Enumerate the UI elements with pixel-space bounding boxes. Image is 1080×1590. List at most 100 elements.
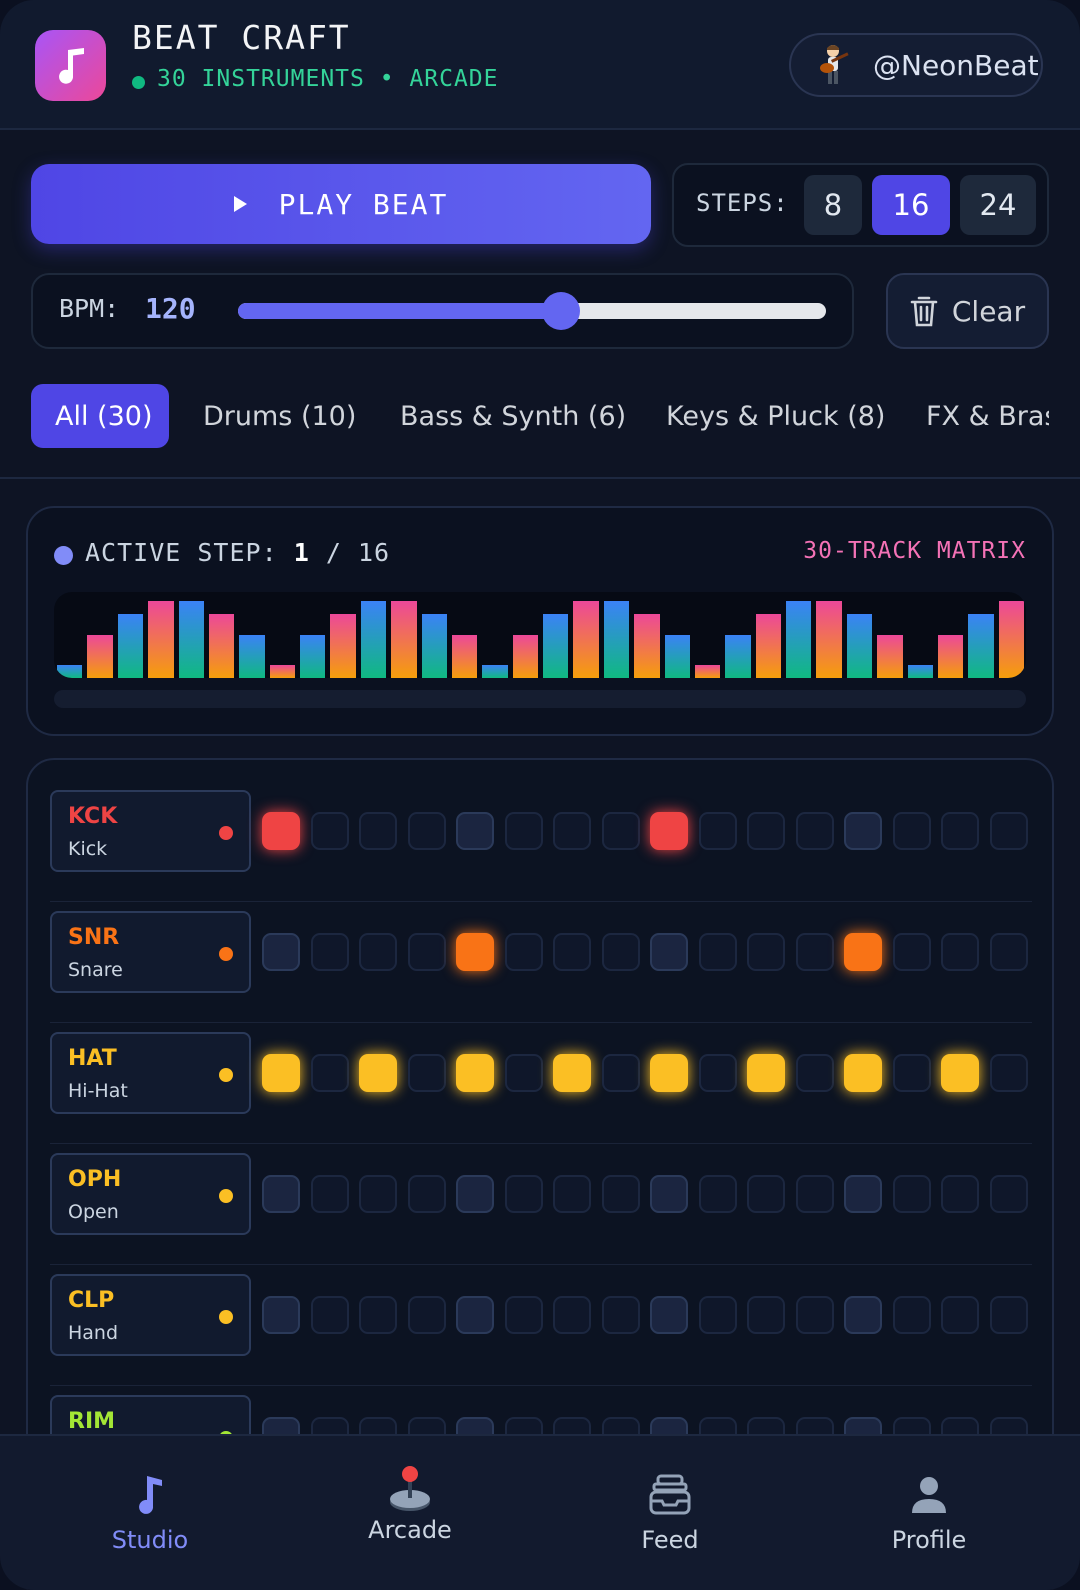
step-pad[interactable] bbox=[407, 812, 446, 850]
step-pad[interactable] bbox=[504, 1296, 543, 1334]
step-pad[interactable] bbox=[262, 933, 300, 971]
step-pad[interactable] bbox=[989, 933, 1028, 971]
step-pad[interactable] bbox=[650, 1054, 688, 1092]
step-pad[interactable] bbox=[407, 1054, 446, 1092]
step-pad[interactable] bbox=[262, 812, 300, 850]
step-pad[interactable] bbox=[892, 1175, 931, 1213]
step-pad[interactable] bbox=[892, 1296, 931, 1334]
step-pad[interactable] bbox=[310, 1054, 349, 1092]
step-pad[interactable] bbox=[941, 1054, 979, 1092]
step-pad[interactable] bbox=[747, 1054, 785, 1092]
step-pad[interactable] bbox=[650, 933, 688, 971]
step-pad[interactable] bbox=[407, 933, 446, 971]
step-pad[interactable] bbox=[747, 812, 785, 850]
step-pad[interactable] bbox=[601, 1296, 640, 1334]
step-pad[interactable] bbox=[941, 812, 979, 850]
track-label[interactable]: CLP Hand bbox=[50, 1274, 251, 1356]
step-pad[interactable] bbox=[795, 1054, 834, 1092]
step-pad[interactable] bbox=[844, 1175, 882, 1213]
step-pad[interactable] bbox=[844, 1296, 882, 1334]
steps-option-8[interactable]: 8 bbox=[804, 175, 862, 235]
step-pad[interactable] bbox=[504, 933, 543, 971]
step-pad[interactable] bbox=[359, 1296, 397, 1334]
step-pad[interactable] bbox=[601, 1054, 640, 1092]
step-pad[interactable] bbox=[941, 933, 979, 971]
step-pad[interactable] bbox=[407, 1175, 446, 1213]
step-pad[interactable] bbox=[650, 812, 688, 850]
step-pad[interactable] bbox=[698, 1054, 737, 1092]
step-pad[interactable] bbox=[989, 1054, 1028, 1092]
step-pad[interactable] bbox=[553, 933, 591, 971]
track-label[interactable]: SNR Snare bbox=[50, 911, 251, 993]
step-pad[interactable] bbox=[407, 1296, 446, 1334]
tab-bass-synth[interactable]: Bass & Synth (6) bbox=[376, 384, 650, 448]
step-pad[interactable] bbox=[892, 812, 931, 850]
step-pad[interactable] bbox=[795, 933, 834, 971]
steps-option-16[interactable]: 16 bbox=[872, 175, 950, 235]
step-pad[interactable] bbox=[310, 933, 349, 971]
step-pad[interactable] bbox=[456, 812, 494, 850]
step-pad[interactable] bbox=[698, 812, 737, 850]
step-pad[interactable] bbox=[456, 1296, 494, 1334]
track-label[interactable]: OPH Open bbox=[50, 1153, 251, 1235]
play-beat-button[interactable]: PLAY BEAT bbox=[31, 164, 651, 244]
step-pad[interactable] bbox=[601, 1175, 640, 1213]
step-pad[interactable] bbox=[359, 1054, 397, 1092]
nav-studio[interactable]: Studio bbox=[15, 1436, 285, 1590]
step-pad[interactable] bbox=[698, 1296, 737, 1334]
step-pad[interactable] bbox=[650, 1296, 688, 1334]
step-pad[interactable] bbox=[844, 933, 882, 971]
steps-option-24[interactable]: 24 bbox=[960, 175, 1036, 235]
step-pad[interactable] bbox=[456, 1054, 494, 1092]
step-pad[interactable] bbox=[456, 933, 494, 971]
step-pad[interactable] bbox=[359, 933, 397, 971]
step-pad[interactable] bbox=[698, 933, 737, 971]
step-pad[interactable] bbox=[844, 812, 882, 850]
tab-drums[interactable]: Drums (10) bbox=[179, 384, 380, 448]
step-pad[interactable] bbox=[262, 1054, 300, 1092]
step-pad[interactable] bbox=[456, 1175, 494, 1213]
step-pad[interactable] bbox=[262, 1175, 300, 1213]
step-pad[interactable] bbox=[504, 1175, 543, 1213]
step-pad[interactable] bbox=[553, 1296, 591, 1334]
step-pad[interactable] bbox=[844, 1054, 882, 1092]
tab-fx-brass[interactable]: FX & Brass bbox=[902, 384, 1049, 448]
step-pad[interactable] bbox=[747, 933, 785, 971]
step-pad[interactable] bbox=[650, 1175, 688, 1213]
step-pad[interactable] bbox=[989, 812, 1028, 850]
step-pad[interactable] bbox=[747, 1296, 785, 1334]
bpm-slider-thumb[interactable] bbox=[542, 292, 581, 330]
step-pad[interactable] bbox=[989, 1296, 1028, 1334]
step-pad[interactable] bbox=[892, 933, 931, 971]
step-pad[interactable] bbox=[310, 812, 349, 850]
step-pad[interactable] bbox=[262, 1296, 300, 1334]
step-pad[interactable] bbox=[553, 812, 591, 850]
step-pad[interactable] bbox=[553, 1054, 591, 1092]
step-pad[interactable] bbox=[892, 1054, 931, 1092]
step-pad[interactable] bbox=[941, 1175, 979, 1213]
step-pad[interactable] bbox=[795, 812, 834, 850]
step-pad[interactable] bbox=[747, 1175, 785, 1213]
step-pad[interactable] bbox=[359, 1175, 397, 1213]
step-pad[interactable] bbox=[504, 812, 543, 850]
track-label[interactable]: HAT Hi-Hat bbox=[50, 1032, 251, 1114]
step-pad[interactable] bbox=[941, 1296, 979, 1334]
step-pad[interactable] bbox=[698, 1175, 737, 1213]
user-chip[interactable]: @NeonBeat bbox=[789, 33, 1043, 97]
step-pad[interactable] bbox=[601, 933, 640, 971]
step-pad[interactable] bbox=[310, 1175, 349, 1213]
nav-feed[interactable]: Feed bbox=[535, 1436, 805, 1590]
bpm-slider[interactable] bbox=[238, 292, 826, 330]
step-pad[interactable] bbox=[989, 1175, 1028, 1213]
step-pad[interactable] bbox=[359, 812, 397, 850]
step-pad[interactable] bbox=[504, 1054, 543, 1092]
nav-arcade[interactable]: Arcade bbox=[275, 1436, 545, 1590]
step-pad[interactable] bbox=[795, 1175, 834, 1213]
step-pad[interactable] bbox=[601, 812, 640, 850]
step-pad[interactable] bbox=[795, 1296, 834, 1334]
track-label[interactable]: KCK Kick bbox=[50, 790, 251, 872]
nav-profile[interactable]: Profile bbox=[794, 1436, 1064, 1590]
tab-all[interactable]: All (30) bbox=[31, 384, 169, 448]
clear-button[interactable]: Clear bbox=[886, 273, 1049, 349]
step-pad[interactable] bbox=[310, 1296, 349, 1334]
